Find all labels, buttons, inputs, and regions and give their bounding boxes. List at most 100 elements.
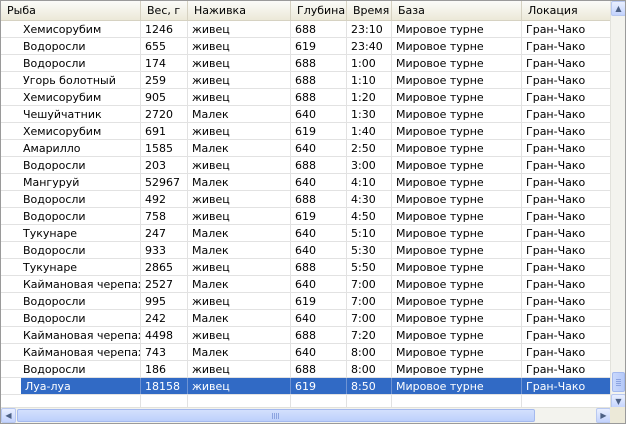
column-header-depth[interactable]: Глубина [291,1,347,20]
cell-depth: 688 [291,55,347,71]
vertical-scroll-thumb[interactable] [612,372,625,392]
arrow-left-icon: ◀ [5,411,12,420]
cell-weight: 758 [141,208,188,224]
column-header-location[interactable]: Локация [522,1,611,20]
column-header-time[interactable]: Время [347,1,392,20]
cell-location: Гран-Чако [526,329,586,342]
table-row[interactable]: Каймановая черепаха 743 Малек 640 8:00 Мирово… [1,344,611,361]
cell-location: Гран-Чако [526,346,586,359]
cell-fish: Амарилло [1,140,141,156]
cell-time: 7:00 [347,293,392,309]
table-row[interactable]: Чешуйчатник 2720 Малек 640 1:30 Мировое турне… [1,106,611,123]
column-header-base[interactable]: База [392,1,522,20]
cell-bait: Малек [188,344,291,360]
cell-weight: 743 [141,344,188,360]
cell-base: Мировое турне [392,89,522,105]
cell-bait: Малек [188,310,291,326]
cell-base: Мировое турне [392,259,522,275]
cell-depth: 640 [291,140,347,156]
cell-bait: живец [188,72,291,88]
grid-rows: Хемисорубим 1246 живец 688 23:10 Мировое турн… [1,21,611,412]
scroll-up-button[interactable]: ▲ [611,1,625,16]
table-row[interactable]: Хемисорубим 905 живец 688 1:20 Мировое турне Г… [1,89,611,106]
scroll-right-button[interactable]: ▶ [596,408,611,423]
cell-bait: живец [188,293,291,309]
cell-fish: Мангуруй [1,174,141,190]
cell-weight: 2865 [141,259,188,275]
cell-weight: 52967 [141,174,188,190]
table-row[interactable]: Угорь болотный 259 живец 688 1:10 Мировое тур… [1,72,611,89]
cell-base: Мировое турне [392,21,522,37]
column-header-fish[interactable]: Рыба [1,1,141,20]
cell-location: Гран-Чако [526,23,586,36]
cell-fish: Водоросли [1,157,141,173]
table-row[interactable]: Водоросли 203 живец 688 3:00 Мировое турне Гра… [1,157,611,174]
cell-base: Мировое турне [392,208,522,224]
cell-time: 2:50 [347,140,392,156]
arrow-up-icon: ▲ [615,4,622,13]
table-row[interactable]: Водоросли 186 живец 688 8:00 Мировое турне Гра… [1,361,611,378]
cell-depth: 688 [291,361,347,377]
table-row[interactable]: Водоросли 492 живец 688 4:30 Мировое турне Гра… [1,191,611,208]
cell-base: Мировое турне [392,38,522,54]
cell-base: Мировое турне [392,242,522,258]
cell-depth: 688 [291,72,347,88]
cell-location: Гран-Чако [526,74,586,87]
cell-base: Мировое турне [392,293,522,309]
cell-base: Мировое турне [392,55,522,71]
cell-time: 7:20 [347,327,392,343]
cell-weight: 492 [141,191,188,207]
arrow-right-icon: ▶ [600,411,607,420]
cell-bait: живец [188,157,291,173]
table-row[interactable]: Водоросли 995 живец 619 7:00 Мировое турне Гра… [1,293,611,310]
cell-base: Мировое турне [392,344,522,360]
cell-bait: Малек [188,140,291,156]
cell-location: Гран-Чако [526,159,586,172]
cell-bait: живец [188,38,291,54]
cell-fish: Каймановая черепаха [1,327,141,343]
cell-depth: 640 [291,276,347,292]
cell-weight: 905 [141,89,188,105]
cell-weight: 2720 [141,106,188,122]
table-row[interactable]: Водоросли 933 Малек 640 5:30 Мировое турне Гра… [1,242,611,259]
cell-location: Гран-Чако [526,193,586,206]
table-row[interactable]: Водоросли 242 Малек 640 7:00 Мировое турне Гра… [1,310,611,327]
cell-depth: 640 [291,242,347,258]
table-row[interactable]: Мангуруй 52967 Малек 640 4:10 Мировое турне Гр… [1,174,611,191]
cell-depth: 688 [291,259,347,275]
cell-bait: живец [188,378,291,394]
cell-bait: живец [188,327,291,343]
table-row[interactable]: Водоросли 655 живец 619 23:40 Мировое турне Гр… [1,38,611,55]
table-row[interactable]: Водоросли 758 живец 619 4:50 Мировое турне Гра… [1,208,611,225]
cell-time: 1:00 [347,55,392,71]
cell-base: Мировое турне [392,276,522,292]
horizontal-scrollbar[interactable]: ◀ ▶ [1,407,611,423]
fish-catch-grid[interactable]: Рыба Вес, г Наживка Глубина Время База Локация… [0,0,626,424]
table-row[interactable]: Тукунаре 2865 живец 688 5:50 Мировое турне Гра… [1,259,611,276]
cell-fish: Водоросли [1,55,141,71]
column-header-bait[interactable]: Наживка [188,1,291,20]
cell-time: 5:50 [347,259,392,275]
table-row[interactable]: Водоросли 174 живец 688 1:00 Мировое турне Гра… [1,55,611,72]
table-row[interactable]: Каймановая черепаха 2527 Малек 640 7:00 Миров… [1,276,611,293]
cell-weight: 1246 [141,21,188,37]
cell-base: Мировое турне [392,378,522,394]
table-row[interactable]: Тукунаре 247 Малек 640 5:10 Мировое турне Гран… [1,225,611,242]
scroll-left-button[interactable]: ◀ [1,408,16,423]
table-row[interactable]: Луа-луа 18158 живец 619 8:50 Мировое турне Гра… [1,378,611,395]
table-row[interactable]: Каймановая черепаха 4498 живец 688 7:20 Миров… [1,327,611,344]
cell-time: 4:50 [347,208,392,224]
column-header-weight[interactable]: Вес, г [141,1,188,20]
cell-depth: 619 [291,208,347,224]
table-row[interactable]: Хемисорубим 1246 живец 688 23:10 Мировое турн… [1,21,611,38]
horizontal-scroll-thumb[interactable] [17,409,535,422]
cell-depth: 640 [291,174,347,190]
table-row[interactable]: Амарилло 1585 Малек 640 2:50 Мировое турне Гра… [1,140,611,157]
grid-header: Рыба Вес, г Наживка Глубина Время База Локация [1,1,611,21]
cell-location: Гран-Чако [526,142,586,155]
cell-time: 4:10 [347,174,392,190]
cell-weight: 2527 [141,276,188,292]
cell-time: 1:20 [347,89,392,105]
vertical-scrollbar[interactable]: ▲ ▼ [610,1,625,409]
table-row[interactable]: Хемисорубим 691 живец 619 1:40 Мировое турне Г… [1,123,611,140]
